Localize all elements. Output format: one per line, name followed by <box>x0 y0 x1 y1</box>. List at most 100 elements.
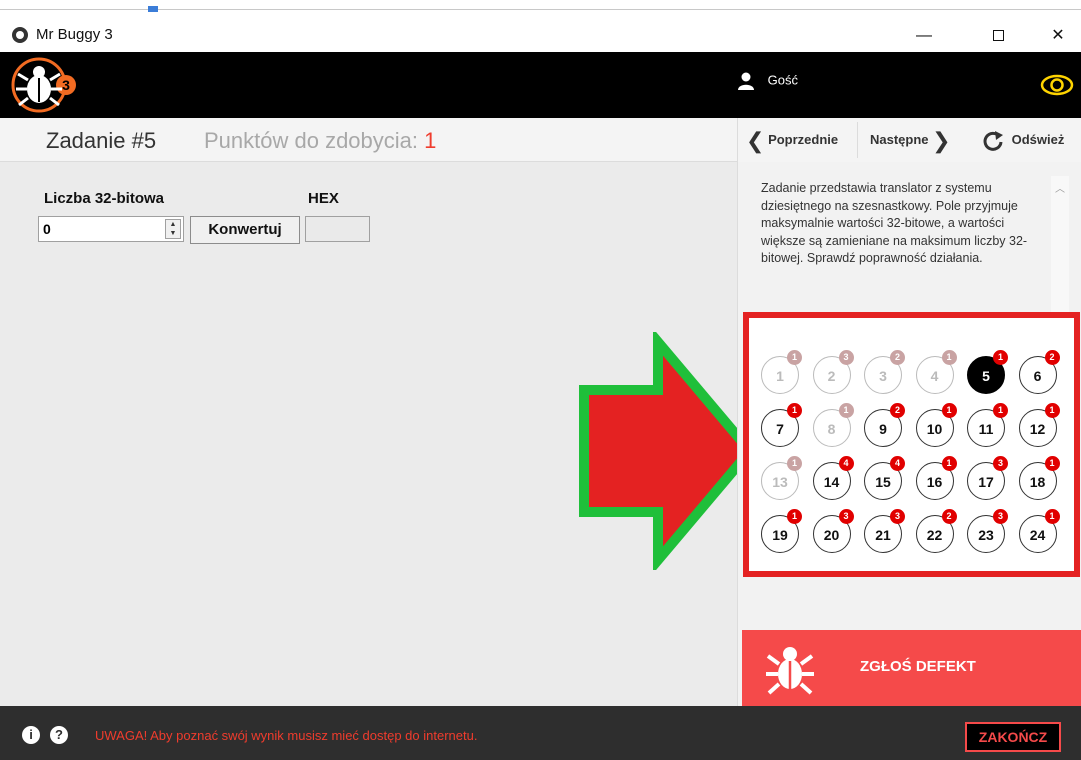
hex-output <box>305 216 370 242</box>
task-button[interactable]: 12 1 <box>1018 403 1060 447</box>
task-points: Punktów do zdobycia: 1 <box>204 128 436 154</box>
task-number: 5 <box>982 368 990 384</box>
refresh-label: Odśwież <box>1011 132 1065 147</box>
defect-count-badge: 1 <box>787 403 802 418</box>
scroll-up-icon[interactable]: ︿ <box>1051 180 1069 195</box>
task-button[interactable]: 18 1 <box>1018 456 1060 500</box>
number-spinner[interactable]: ▲ ▼ <box>165 219 181 239</box>
defect-count-badge: 1 <box>993 350 1008 365</box>
task-number: 1 <box>776 368 784 384</box>
defect-count-badge: 3 <box>890 509 905 524</box>
task-number: 15 <box>875 474 891 490</box>
task-button[interactable]: 13 1 <box>761 456 802 500</box>
task-button[interactable]: 11 1 <box>967 403 1008 447</box>
task-button[interactable]: 16 1 <box>915 456 957 500</box>
defect-count-badge: 2 <box>1044 350 1060 365</box>
task-button[interactable]: 17 3 <box>967 456 1008 500</box>
task-button[interactable]: 32 <box>864 350 905 394</box>
task-button[interactable]: 11 <box>761 350 802 394</box>
task-number: 6 <box>1033 368 1042 384</box>
task-grid: 1 1 2 3 3 2 4 1 5 1 6 2 7 1 8 1 9 2 10 1 11 1 12 1 13 1 14 4 15 4 16 1 1… <box>743 312 1080 577</box>
task-number: 14 <box>823 474 840 490</box>
task-button[interactable]: 23 3 <box>967 509 1008 553</box>
minimize-button[interactable]: — <box>901 22 947 50</box>
number-input[interactable] <box>43 219 161 239</box>
report-defect-button[interactable]: ZGŁOŚ DEFEKT <box>742 630 1081 707</box>
defect-count-badge: 2 <box>890 350 905 365</box>
defect-count-badge: 1 <box>787 509 802 524</box>
points-value: 1 <box>424 128 437 153</box>
task-number: 3 <box>879 368 887 384</box>
task-button[interactable]: 10 1 <box>915 403 957 447</box>
report-defect-label: ZGŁOŚ DEFEKT <box>860 658 976 675</box>
task-button[interactable]: 21 3 <box>864 509 905 553</box>
task-number: 20 <box>823 527 840 543</box>
task-button[interactable]: 81 <box>812 403 854 447</box>
task-number: 21 <box>875 527 891 543</box>
task-number: 9 <box>879 421 887 437</box>
finish-button[interactable]: ZAKOŃCZ <box>965 722 1061 752</box>
hex-label: HEX <box>308 190 339 207</box>
chevron-left-icon: ❮ <box>746 127 765 153</box>
task-button[interactable]: 51 <box>967 350 1008 394</box>
footer-bar: i ? UWAGA! Aby poznać swój wynik musisz … <box>0 706 1081 760</box>
previous-label: Poprzednie <box>768 132 839 147</box>
defect-count-badge: 1 <box>838 403 854 418</box>
maximize-button[interactable] <box>975 22 1021 50</box>
previous-button[interactable]: ❮ Poprzednie <box>740 122 858 158</box>
task-button[interactable]: 22 2 <box>915 509 957 553</box>
eye-icon[interactable] <box>1040 74 1074 96</box>
convert-button[interactable]: Konwertuj <box>190 216 300 244</box>
defect-count-badge: 1 <box>787 350 802 365</box>
defect-count-badge: 1 <box>1044 403 1060 418</box>
task-button[interactable]: 20 3 <box>812 509 854 553</box>
user-name: Gość <box>767 72 798 88</box>
task-button[interactable]: 92 <box>864 403 905 447</box>
ruler-strip <box>0 0 1081 18</box>
task-number: 17 <box>978 474 994 490</box>
ruler-line <box>0 9 1081 10</box>
defect-count-badge: 1 <box>941 350 957 365</box>
help-icon[interactable]: ? <box>50 726 68 744</box>
title-bar: Mr Buggy 3 — ✕ <box>0 18 1081 52</box>
internet-warning: UWAGA! Aby poznać swój wynik musisz mieć… <box>95 728 478 743</box>
task-number: 4 <box>930 368 939 384</box>
task-number: 10 <box>926 421 943 437</box>
chevron-right-icon: ❯ <box>932 127 951 153</box>
window-title: Mr Buggy 3 <box>36 26 113 43</box>
task-button[interactable]: 23 <box>812 350 854 394</box>
user-icon <box>738 72 754 90</box>
task-description: Zadanie przedstawia translator z systemu… <box>761 181 1028 265</box>
task-header: Zadanie #5 Punktów do zdobycia: 1 <box>0 118 737 162</box>
defect-count-badge: 1 <box>941 403 957 418</box>
task-button[interactable]: 14 4 <box>812 456 854 500</box>
bug-logo-icon: 3 <box>11 57 76 113</box>
task-button[interactable]: 41 <box>915 350 957 394</box>
close-button[interactable]: ✕ <box>1035 22 1081 50</box>
refresh-icon <box>983 130 1003 151</box>
task-number: 2 <box>827 368 836 384</box>
defect-count-badge: 3 <box>838 509 854 524</box>
maximize-icon <box>992 30 1004 42</box>
task-number: 23 <box>978 527 994 543</box>
red-arrow-icon <box>579 332 757 570</box>
info-icon[interactable]: i <box>22 726 40 744</box>
number-field: ▲▼ <box>38 216 184 242</box>
task-button[interactable]: 15 4 <box>864 456 905 500</box>
task-number: 18 <box>1029 474 1046 490</box>
next-button[interactable]: Następne ❯ <box>862 122 962 158</box>
description-panel: Zadanie przedstawia translator z systemu… <box>738 162 1081 336</box>
refresh-button[interactable]: Odśwież <box>978 122 1081 158</box>
task-number: 16 <box>926 474 943 490</box>
task-button[interactable]: 24 1 <box>1018 509 1060 553</box>
user-menu[interactable]: Gość <box>738 72 798 90</box>
app-window: Mr Buggy 3 — ✕ 3 Gość Zadanie #5 Punktów… <box>0 0 1081 760</box>
task-navigation: ❮ Poprzednie Następne ❯ Odśwież <box>737 118 1081 162</box>
defect-count-badge: 1 <box>1044 509 1060 524</box>
task-button[interactable]: 62 <box>1018 350 1060 394</box>
task-button[interactable]: 71 <box>761 403 802 447</box>
defect-count-badge: 1 <box>993 403 1008 418</box>
task-number: 11 <box>978 421 994 437</box>
task-button[interactable]: 19 1 <box>761 509 802 553</box>
app-icon <box>12 27 28 43</box>
